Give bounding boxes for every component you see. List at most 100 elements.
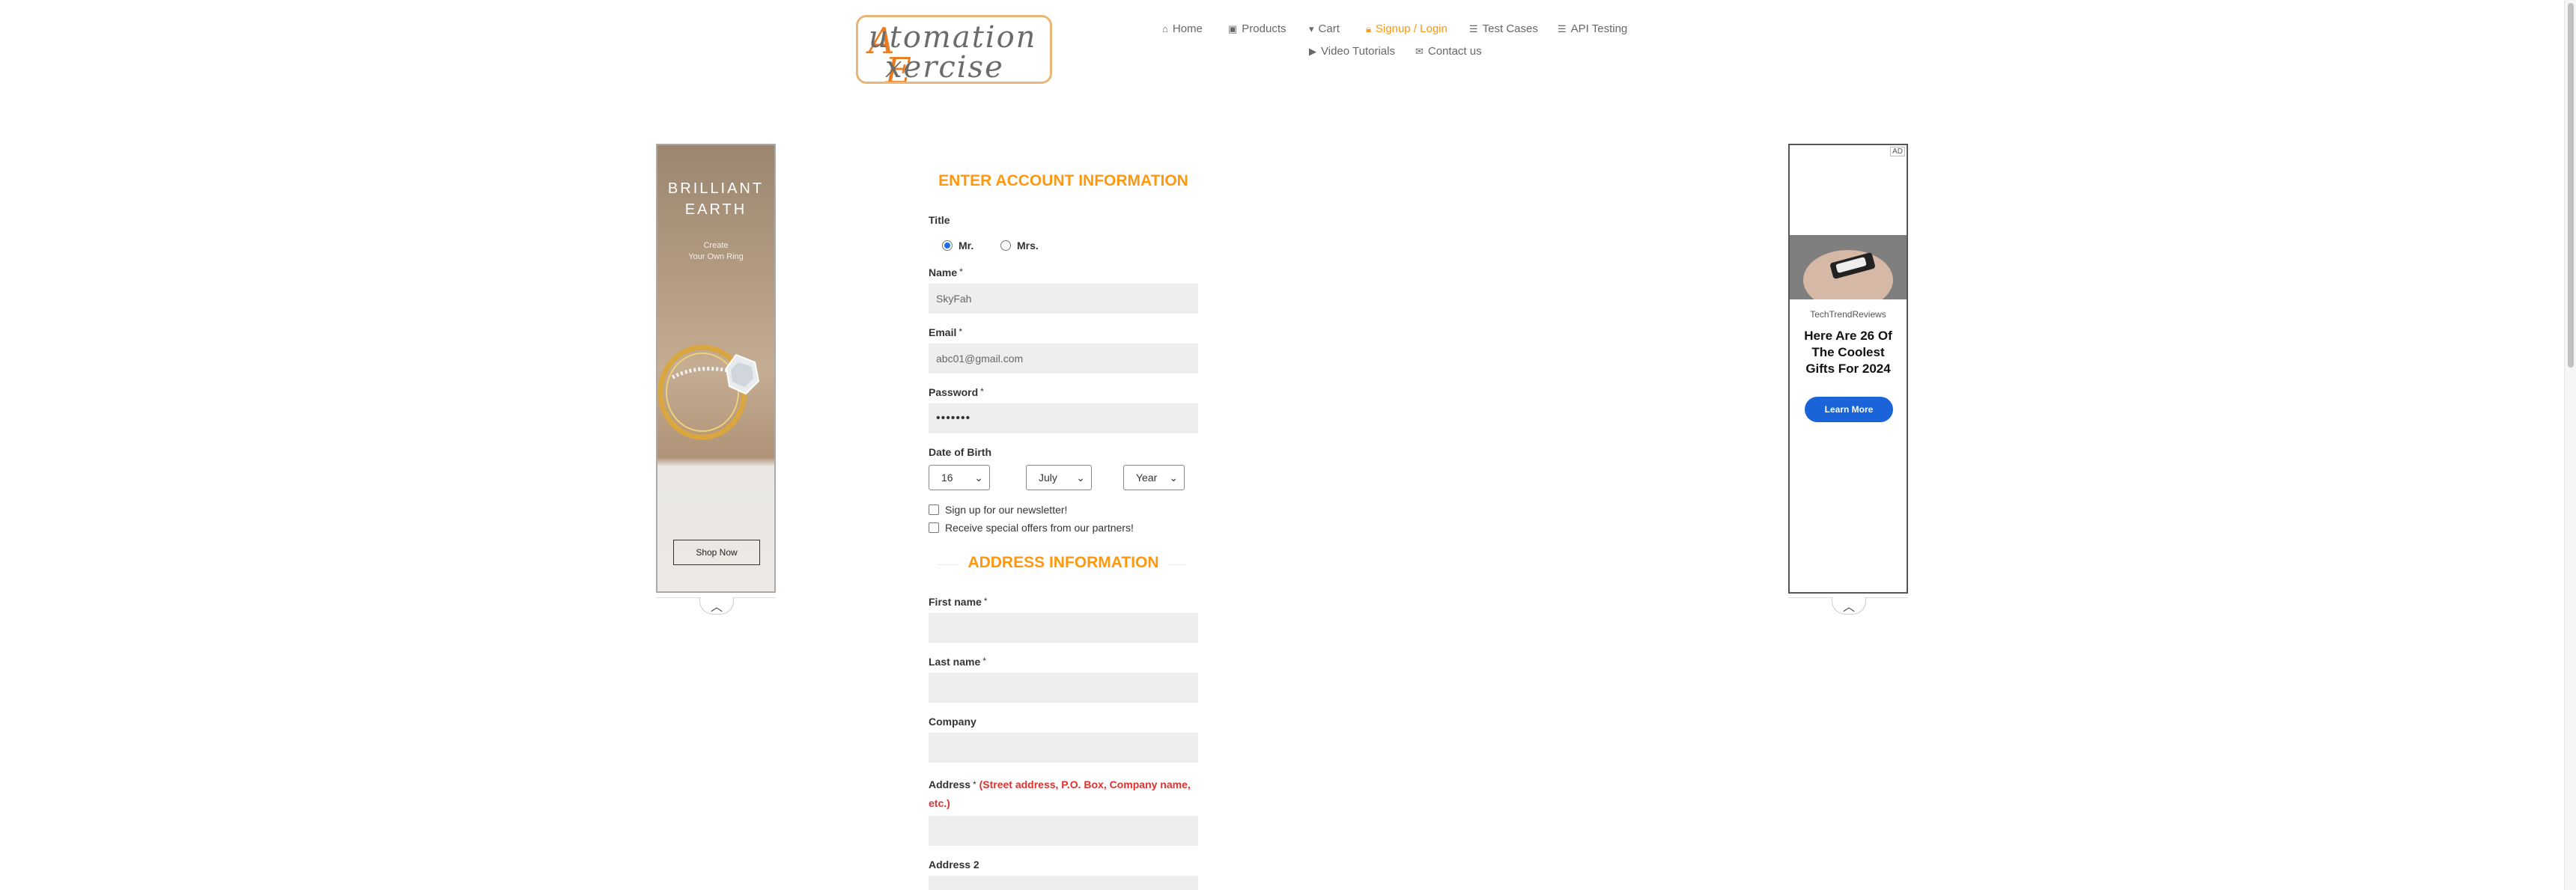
ad-right-banner[interactable]: AD TechTrendReviews Here Are 26 Of The C… (1788, 144, 1908, 594)
label-text: Password (929, 386, 979, 398)
nav-label: Home (1172, 22, 1203, 35)
select-value: July (1039, 472, 1057, 484)
required-mark: * (973, 779, 976, 790)
radio-dot[interactable] (1000, 240, 1011, 251)
checkbox-label: Receive special offers from our partners… (945, 522, 1134, 534)
ad-right-collapse-button[interactable]: ︿ (1832, 597, 1866, 615)
learn-more-label: Learn More (1824, 404, 1874, 415)
password-input[interactable]: ••••••• (929, 403, 1198, 433)
select-value: Year (1136, 472, 1158, 484)
home-icon: ⌂ (1162, 23, 1168, 34)
chevron-up-icon: ︿ (1842, 601, 1855, 614)
ad-left-collapse-button[interactable]: ︿ (699, 597, 734, 615)
nav-products[interactable]: ▣ Products (1228, 22, 1287, 35)
ad-product-photo (1790, 235, 1907, 299)
address-hint: (Street address, P.O. Box, Company name, (979, 778, 1191, 790)
ad-brand-line2: EARTH (684, 201, 747, 218)
input-value: SkyFah (936, 293, 972, 305)
email-label: Email * (929, 326, 962, 338)
nav-api-testing[interactable]: ☰ API Testing (1558, 22, 1627, 35)
required-mark: * (980, 386, 984, 397)
title-radio-mr[interactable]: Mr. (942, 240, 973, 252)
youtube-icon: ▶ (1309, 45, 1316, 57)
nav-test-cases[interactable]: ☰ Test Cases (1469, 22, 1538, 35)
ad-brand: BRILLIANT EARTH (657, 178, 774, 220)
nav-label: API Testing (1570, 22, 1628, 35)
dob-day-select[interactable]: 16 ⌄ (929, 465, 990, 490)
first-name-label: First name * (929, 596, 987, 608)
ad-brand-line1: BRILLIANT (667, 180, 765, 197)
lock-icon: 🔒︎ (1366, 22, 1371, 34)
required-mark: * (982, 656, 986, 666)
nav-label: Test Cases (1482, 22, 1538, 35)
shop-now-label: Shop Now (696, 547, 738, 558)
radio-label: Mr. (959, 240, 974, 252)
address2-input[interactable] (929, 876, 1198, 890)
nav-label: Signup / Login (1375, 22, 1448, 35)
learn-more-button[interactable]: Learn More (1805, 397, 1893, 422)
cart-icon: ▾ (1309, 22, 1314, 34)
chevron-up-icon: ︿ (710, 601, 723, 614)
dob-label: Date of Birth (929, 446, 991, 458)
checkbox-box[interactable] (929, 505, 939, 515)
radio-dot[interactable] (942, 240, 953, 251)
last-name-label: Last name * (929, 656, 986, 668)
ad-site-name: TechTrendReviews (1810, 309, 1886, 320)
password-label: Password * (929, 386, 984, 398)
address2-label: Address 2 (929, 859, 979, 871)
title-label: Title (929, 214, 950, 226)
nav-label: Contact us (1427, 45, 1482, 58)
ad-headline: Here Are 26 Of The Coolest Gifts For 202… (1804, 329, 1892, 376)
first-name-input[interactable] (929, 613, 1198, 643)
nav-label: Video Tutorials (1321, 45, 1395, 58)
list-icon: ☰ (1558, 22, 1567, 34)
required-mark: * (959, 266, 963, 277)
ad-left-banner[interactable]: BRILLIANT EARTH Create Your Own Ring Shop … (656, 144, 776, 593)
required-mark: * (983, 596, 988, 606)
products-icon: ▣ (1228, 22, 1238, 34)
account-info-heading: ENTER ACCOUNT INFORMATION (938, 172, 1188, 189)
checkbox-box[interactable] (929, 522, 939, 533)
required-mark: * (959, 326, 963, 337)
email-input[interactable]: abc01@gmail.com (929, 344, 1198, 374)
ad-tagline: Create Your Own Ring (657, 240, 774, 263)
address-input[interactable] (929, 816, 1198, 846)
list-icon: ☰ (1469, 22, 1478, 34)
input-value: ••••••• (936, 412, 971, 424)
dob-month-select[interactable]: July ⌄ (1026, 465, 1092, 490)
address-info-heading: ADDRESS INFORMATION (959, 554, 1168, 572)
nav-home[interactable]: ⌂ Home (1162, 22, 1203, 35)
last-name-input[interactable] (929, 673, 1198, 703)
envelope-icon: ✉ (1415, 45, 1424, 57)
nav-contact-us[interactable]: ✉ Contact us (1415, 45, 1482, 58)
title-radio-mrs[interactable]: Mrs. (1000, 240, 1039, 252)
nav-cart[interactable]: ▾ Cart (1309, 22, 1340, 35)
page-scrollbar[interactable] (2564, 0, 2576, 890)
ad-tag: AD (1890, 147, 1905, 156)
company-label: Company (929, 716, 976, 728)
label-text: First name (929, 596, 982, 608)
chevron-down-icon: ⌄ (974, 471, 983, 484)
scrollbar-thumb[interactable] (2568, 3, 2574, 368)
label-text: Email (929, 326, 957, 338)
company-input[interactable] (929, 733, 1198, 763)
dob-year-select[interactable]: Year ⌄ (1123, 465, 1185, 490)
checkbox-label: Sign up for our newsletter! (945, 504, 1068, 516)
ad-tagline-2: Your Own Ring (688, 252, 744, 261)
name-input[interactable]: SkyFah (929, 284, 1198, 314)
address-hint-cont: etc.) (929, 797, 950, 809)
label-text: Name (929, 266, 958, 278)
select-value: 16 (941, 472, 953, 484)
site-logo[interactable]: Automation Exercise (856, 15, 1052, 84)
chevron-down-icon: ⌄ (1076, 471, 1085, 484)
input-value: abc01@gmail.com (936, 353, 1024, 365)
nav-video-tutorials[interactable]: ▶ Video Tutorials (1309, 45, 1395, 58)
chevron-down-icon: ⌄ (1169, 471, 1178, 484)
logo-rest-2: xercise (885, 50, 1004, 84)
newsletter-checkbox[interactable]: Sign up for our newsletter! (929, 504, 1067, 516)
ring-image (657, 344, 760, 440)
offers-checkbox[interactable]: Receive special offers from our partners… (929, 522, 1134, 534)
radio-label: Mrs. (1017, 240, 1039, 252)
shop-now-button[interactable]: Shop Now (673, 540, 760, 565)
nav-signup-login[interactable]: 🔒︎ Signup / Login (1366, 22, 1448, 35)
